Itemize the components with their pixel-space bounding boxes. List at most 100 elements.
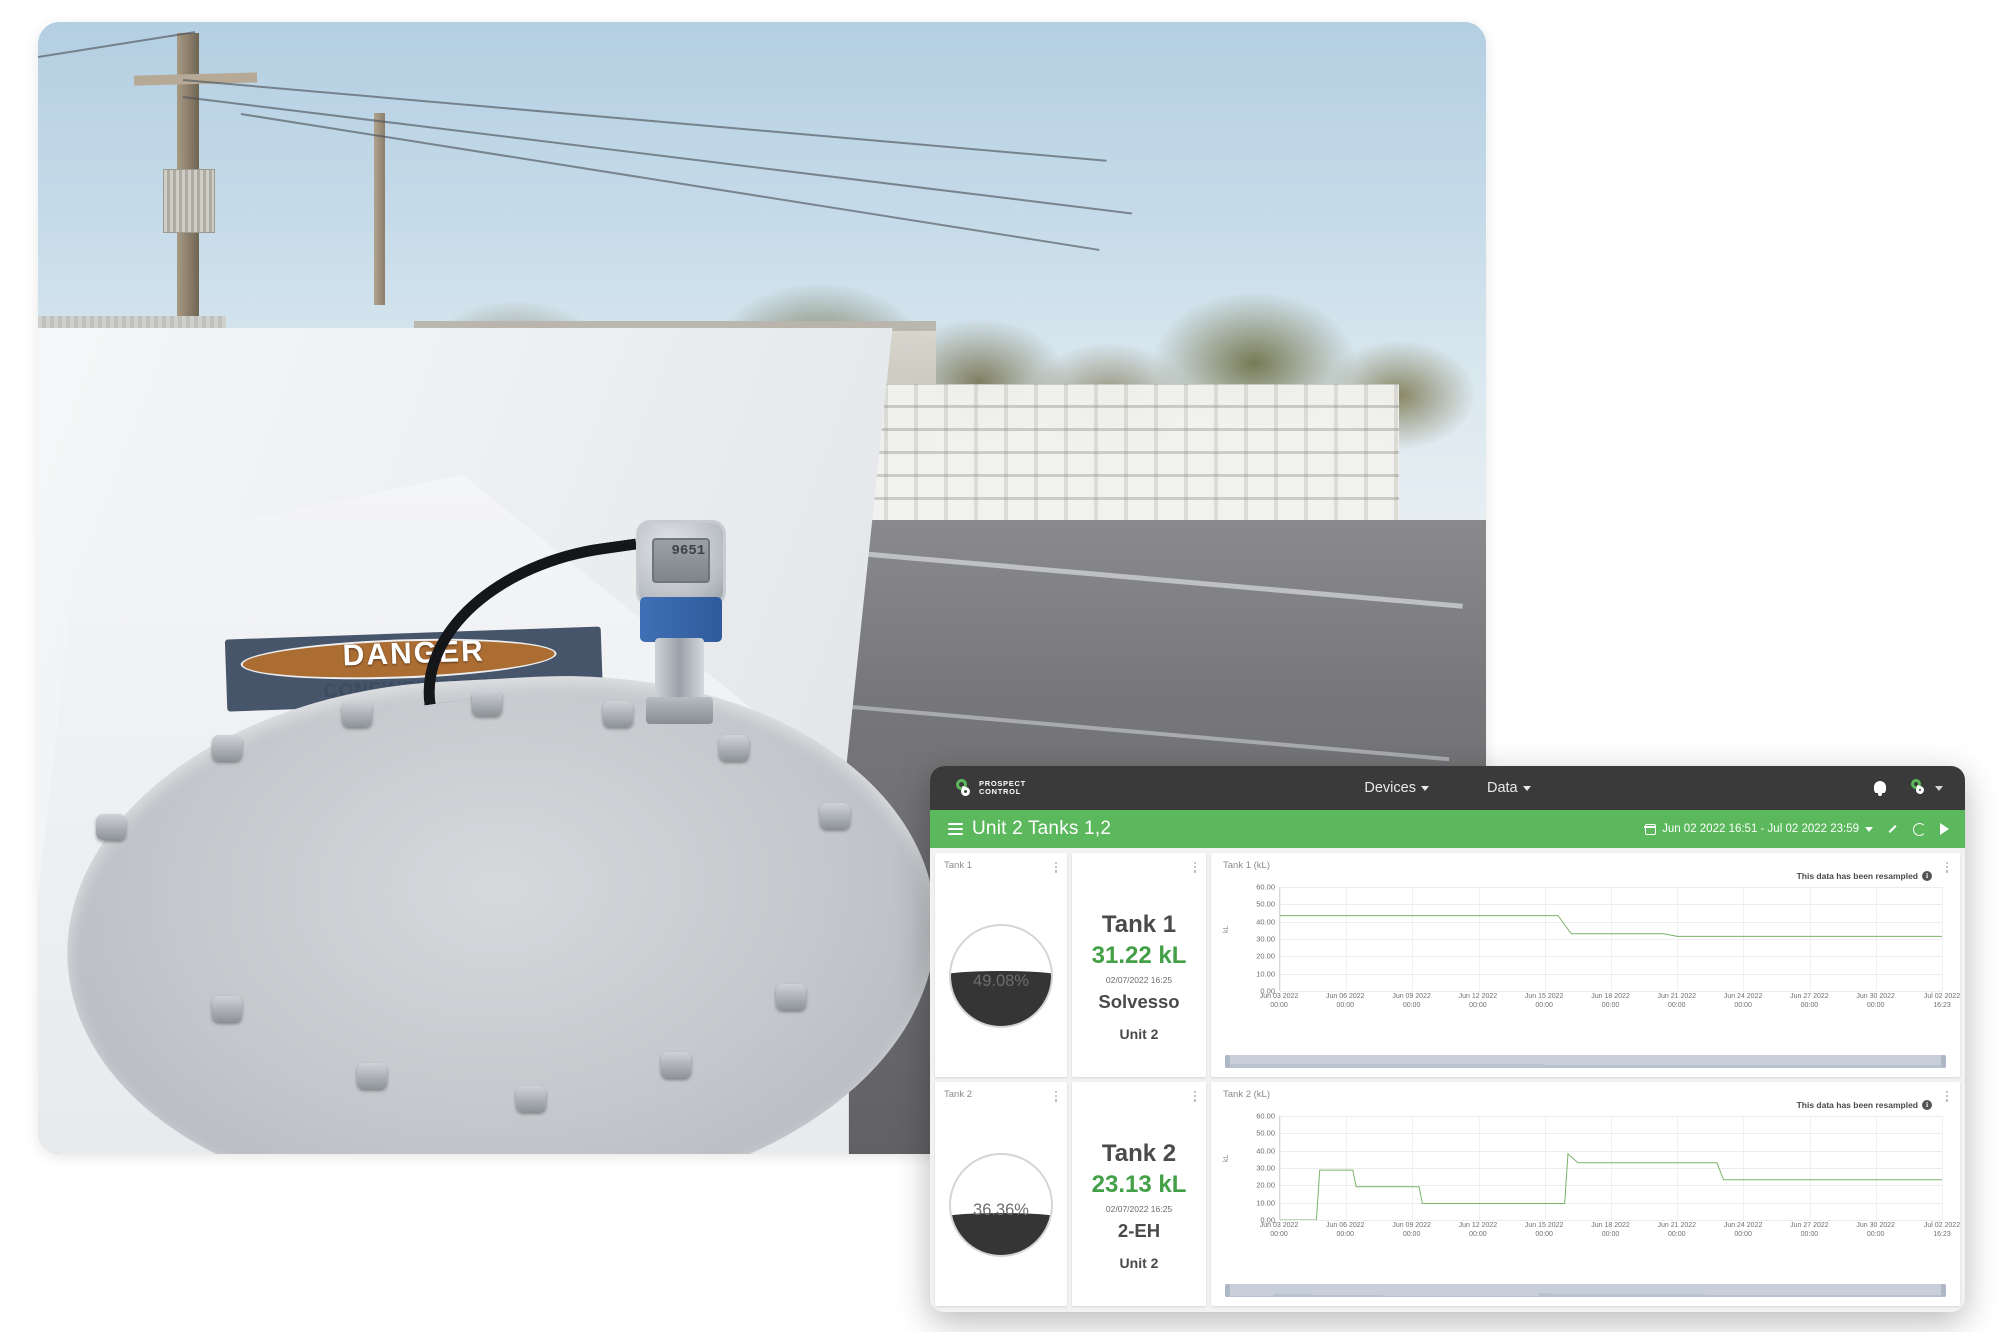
chevron-down-icon — [1935, 785, 1943, 791]
unit-name: Unit 2 — [1119, 1026, 1159, 1043]
preview-segment — [1539, 1293, 1550, 1297]
tank-level-gauge: 49.08% — [949, 923, 1053, 1028]
date-range-picker[interactable]: Jun 02 2022 16:51 - Jul 02 2022 23:59 — [1644, 823, 1873, 835]
product-name: 2-EH — [1117, 1220, 1161, 1242]
chart-card-tank-2: Tank 2 (kL) This data has been resampled… — [1211, 1082, 1960, 1306]
x-axis-tick: Jun 30 2022 00:00 — [1856, 1222, 1895, 1238]
nav-devices[interactable]: Devices — [1364, 780, 1429, 796]
x-axis-tick: Jun 24 2022 00:00 — [1723, 1222, 1763, 1238]
manway-bolt — [211, 735, 242, 762]
scrollbar-handle-left[interactable] — [1225, 1055, 1230, 1068]
manway-bolt — [342, 701, 373, 728]
y-axis-tick: 60.00 — [1256, 882, 1275, 892]
x-axis-tick: Jun 18 2022 00:00 — [1591, 993, 1630, 1009]
value-card-tank-2: Tank 2 23.13 kL 02/07/2022 16:25 2-EH Un… — [1072, 1082, 1206, 1306]
card-menu-button[interactable] — [1053, 1089, 1059, 1104]
transmitter-stem — [654, 637, 704, 706]
y-axis-tick: 50.00 — [1256, 899, 1275, 909]
card-menu-button[interactable] — [1192, 860, 1198, 875]
y-axis-label: kL — [1223, 925, 1230, 933]
manway-bolt — [819, 803, 850, 830]
expand-icon[interactable] — [1887, 823, 1899, 835]
nav-devices-label: Devices — [1364, 780, 1416, 796]
tank-volume: 31.22 kL — [1091, 942, 1187, 970]
tank-volume: 23.13 kL — [1091, 1171, 1187, 1199]
preview-segment — [1230, 1296, 1270, 1297]
scrollbar-handle-right[interactable] — [1941, 1284, 1946, 1297]
preview-segment — [1656, 1064, 1941, 1068]
manway-bolt — [660, 1052, 691, 1079]
x-axis: Jun 03 2022 00:00 Jun 06 2022 00:00 Jun 09 2… — [1260, 993, 1960, 1017]
chart-range-scrollbar[interactable] — [1225, 1055, 1946, 1068]
nav-menu: Devices Data — [930, 780, 1965, 796]
x-axis-tick: Jun 12 2022 00:00 — [1458, 1222, 1498, 1238]
level-transmitter: 9651 — [603, 520, 756, 746]
reading-timestamp: 02/07/2022 16:25 — [1105, 975, 1173, 986]
x-axis-tick: Jul 02 2022 16:23 — [1923, 1222, 1960, 1238]
series-line — [1280, 1154, 1942, 1220]
reading-timestamp: 02/07/2022 16:25 — [1105, 1204, 1173, 1215]
chart-grid — [1279, 1116, 1943, 1221]
info-icon[interactable]: i — [1922, 871, 1932, 881]
x-axis-tick: Jun 09 2022 00:00 — [1392, 1222, 1431, 1238]
card-menu-button[interactable] — [1192, 1089, 1198, 1104]
x-axis-tick: Jun 03 2022 00:00 — [1259, 1222, 1299, 1238]
preview-segment — [1272, 1294, 1309, 1297]
play-icon[interactable] — [1940, 823, 1949, 835]
prospect-control-logo[interactable]: PROSPECT CONTROL — [954, 777, 1026, 798]
y-axis-tick: 30.00 — [1256, 934, 1275, 944]
x-axis-tick: Jun 18 2022 00:00 — [1591, 1222, 1630, 1238]
transmitter-flange — [645, 696, 714, 724]
scrollbar-handle-right[interactable] — [1941, 1055, 1946, 1068]
product-name: Solvesso — [1098, 991, 1180, 1013]
user-menu[interactable] — [1909, 777, 1943, 798]
chart-range-scrollbar[interactable] — [1225, 1284, 1946, 1297]
gauge-card-tank-1: Tank 1 49.08% — [935, 853, 1067, 1077]
x-axis-tick: Jun 27 2022 00:00 — [1790, 993, 1829, 1009]
transmitter-body — [639, 597, 723, 643]
gauge-percent-label: 49.08% — [973, 971, 1029, 990]
resampled-text: This data has been resampled — [1796, 1100, 1918, 1110]
card-menu-button[interactable] — [1944, 1089, 1950, 1104]
preview-segment — [1642, 1064, 1657, 1068]
scrollbar-handle-left[interactable] — [1225, 1284, 1230, 1297]
gridline-horizontal — [1280, 991, 1942, 992]
preview-segment — [1699, 1293, 1707, 1297]
y-axis-tick: 10.00 — [1256, 969, 1275, 979]
card-menu-button[interactable] — [1053, 860, 1059, 875]
refresh-icon[interactable] — [1913, 822, 1926, 836]
screenshot-root: DANGER CONFINED SPACE 9651 — [0, 0, 2000, 1332]
chart-card-title: Tank 1 (kL) — [1223, 860, 1270, 871]
nav-data[interactable]: Data — [1487, 780, 1531, 796]
bell-icon[interactable] — [1873, 780, 1887, 796]
hamburger-icon[interactable] — [948, 820, 963, 838]
dashboard-window: PROSPECT CONTROL Devices Data Unit 2 Tan… — [930, 766, 1965, 1312]
y-axis-tick: 50.00 — [1256, 1128, 1275, 1138]
gridline-vertical — [1942, 1116, 1943, 1220]
dashboard-subheader: Unit 2 Tanks 1,2 Jun 02 2022 16:51 - Jul… — [930, 810, 1965, 848]
unit-name: Unit 2 — [1119, 1255, 1159, 1272]
gridline-vertical — [1942, 887, 1943, 991]
y-axis-tick: 20.00 — [1256, 951, 1275, 961]
x-axis-tick: Jun 15 2022 00:00 — [1524, 993, 1564, 1009]
preview-segment — [1557, 1293, 1700, 1297]
preview-segment — [1230, 1063, 1529, 1068]
y-axis-tick: 20.00 — [1256, 1180, 1275, 1190]
card-menu-button[interactable] — [1944, 860, 1950, 875]
x-axis-tick: Jun 24 2022 00:00 — [1723, 993, 1763, 1009]
y-axis-label: kL — [1223, 1154, 1230, 1162]
x-axis-tick: Jun 30 2022 00:00 — [1856, 993, 1895, 1009]
chevron-down-icon — [1865, 826, 1873, 832]
info-icon[interactable]: i — [1922, 1100, 1932, 1110]
gauge-card-title: Tank 1 — [944, 860, 972, 871]
date-range-label: Jun 02 2022 16:51 - Jul 02 2022 23:59 — [1662, 823, 1859, 835]
y-axis: 0.00 10.00 20.00 30.00 40.00 50.00 60.00 — [1229, 883, 1275, 996]
series-line — [1280, 916, 1942, 937]
transmitter-reading: 9651 — [671, 542, 706, 559]
resampled-notice: This data has been resampled i — [1797, 871, 1932, 881]
gauge-card-title: Tank 2 — [944, 1089, 972, 1100]
chart-plot-area: 0.00 10.00 20.00 30.00 40.00 50.00 60.00 kL Jun … — [1223, 883, 1960, 1009]
y-axis-tick: 40.00 — [1256, 917, 1275, 927]
resampled-notice: This data has been resampled i — [1797, 1100, 1932, 1110]
calendar-icon — [1644, 823, 1657, 835]
